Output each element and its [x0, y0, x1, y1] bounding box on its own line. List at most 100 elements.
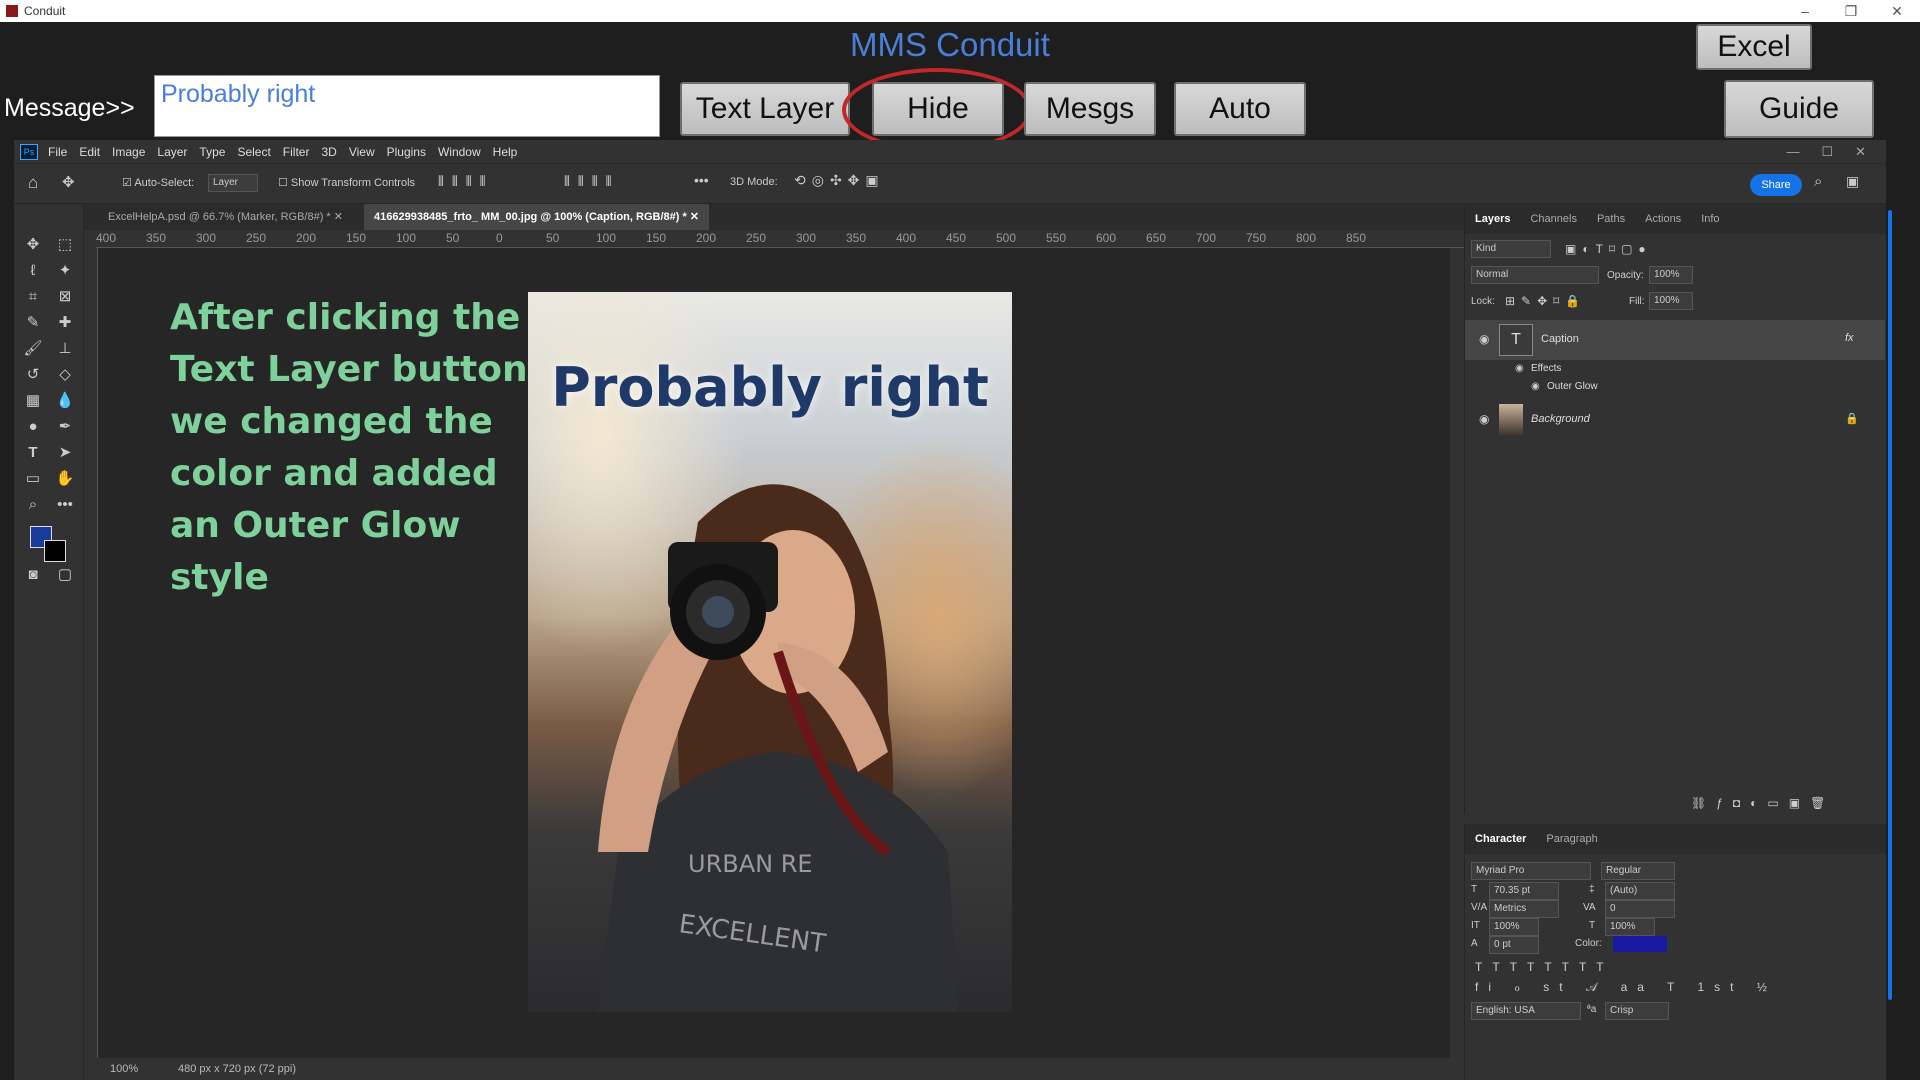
lock-icons[interactable]: ⊞✎✥⌑🔒: [1505, 294, 1586, 308]
minimize-icon[interactable]: –: [1782, 0, 1828, 22]
menu-3d[interactable]: 3D: [321, 145, 336, 159]
auto-button[interactable]: Auto: [1174, 82, 1306, 136]
path-select-icon[interactable]: ➤: [54, 442, 76, 464]
guide-button[interactable]: Guide: [1724, 80, 1874, 138]
menu-select[interactable]: Select: [237, 145, 270, 159]
vertical-scale-field[interactable]: 100%: [1489, 918, 1539, 936]
layer-select-dropdown[interactable]: Layer: [208, 174, 258, 192]
screen-mode-icon[interactable]: ▢: [54, 564, 76, 586]
effects-eye-icon[interactable]: ◉: [1515, 363, 1524, 374]
tab-paragraph[interactable]: Paragraph: [1536, 833, 1607, 845]
fx-icon[interactable]: fx: [1845, 332, 1854, 344]
healing-brush-icon[interactable]: ✚: [54, 312, 76, 334]
lasso-tool-icon[interactable]: ℓ: [22, 260, 44, 282]
home-icon[interactable]: ⌂: [28, 173, 38, 193]
auto-select-checkbox[interactable]: ☑ Auto-Select:: [122, 176, 194, 189]
gradient-tool-icon[interactable]: ▦: [22, 390, 44, 412]
dodge-tool-icon[interactable]: ●: [22, 416, 44, 438]
filter-icons[interactable]: ▣◐T⌑▢●: [1565, 242, 1652, 256]
menu-file[interactable]: File: [48, 145, 67, 159]
ps-close-icon[interactable]: ✕: [1855, 140, 1866, 164]
visibility-eye-icon[interactable]: ◉: [1479, 412, 1489, 426]
document-info[interactable]: 480 px x 720 px (72 ppi): [178, 1063, 296, 1075]
kerning-field[interactable]: Metrics: [1489, 900, 1559, 918]
menu-filter[interactable]: Filter: [283, 145, 310, 159]
show-transform-checkbox[interactable]: ☐ Show Transform Controls: [278, 176, 415, 189]
text-color-swatch[interactable]: [1613, 936, 1667, 952]
stamp-tool-icon[interactable]: ⊥: [54, 338, 76, 360]
tab-actions[interactable]: Actions: [1635, 213, 1691, 225]
tab-info[interactable]: Info: [1691, 213, 1729, 225]
hand-tool-icon[interactable]: ✋: [54, 468, 76, 490]
workspace-icon[interactable]: ▣: [1846, 173, 1859, 190]
frame-tool-icon[interactable]: ⊠: [54, 286, 76, 308]
fill-field[interactable]: 100%: [1649, 292, 1693, 310]
move-tool-icon[interactable]: ✥: [62, 173, 75, 191]
move-tool-icon[interactable]: ✥: [22, 234, 44, 256]
tab-photo-jpg[interactable]: 416629938485_frto_ MM_00.jpg @ 100% (Cap…: [364, 204, 710, 230]
share-button[interactable]: Share: [1750, 174, 1802, 196]
menu-window[interactable]: Window: [438, 145, 481, 159]
history-brush-icon[interactable]: ↺: [22, 364, 44, 386]
leading-field[interactable]: (Auto): [1605, 882, 1675, 900]
effects-row[interactable]: ◉ Effects: [1465, 362, 1885, 378]
zoom-level[interactable]: 100%: [110, 1063, 138, 1075]
font-family-dropdown[interactable]: Myriad Pro: [1471, 862, 1591, 880]
font-size-field[interactable]: 70.35 pt: [1489, 882, 1559, 900]
ps-maximize-icon[interactable]: ☐: [1821, 140, 1833, 164]
tab-character[interactable]: Character: [1465, 833, 1536, 845]
zoom-tool-icon[interactable]: ⌕: [22, 494, 44, 516]
more-options-icon[interactable]: •••: [694, 172, 709, 188]
quick-mask-icon[interactable]: ◙: [22, 564, 44, 586]
visibility-eye-icon[interactable]: ◉: [1479, 332, 1489, 346]
eraser-tool-icon[interactable]: ◇: [54, 364, 76, 386]
outer-glow-row[interactable]: ◉ Outer Glow: [1465, 380, 1885, 396]
more-tools-icon[interactable]: •••: [54, 494, 76, 516]
baseline-shift-field[interactable]: 0 pt: [1489, 936, 1539, 954]
opacity-field[interactable]: 100%: [1649, 266, 1693, 284]
layer-caption[interactable]: ◉ T Caption fx: [1465, 320, 1885, 360]
excel-button[interactable]: Excel: [1696, 24, 1812, 70]
tab-paths[interactable]: Paths: [1587, 213, 1635, 225]
text-layer-button[interactable]: Text Layer: [680, 82, 850, 136]
menu-view[interactable]: View: [349, 145, 375, 159]
message-field[interactable]: Probably right: [154, 75, 660, 137]
menu-edit[interactable]: Edit: [79, 145, 100, 159]
layer-name[interactable]: Background: [1531, 413, 1590, 425]
search-icon[interactable]: ⌕: [1814, 173, 1822, 190]
type-tool-icon[interactable]: T: [22, 442, 44, 464]
caption-text-layer[interactable]: Probably right: [528, 356, 1012, 419]
menu-plugins[interactable]: Plugins: [387, 145, 426, 159]
layer-name[interactable]: Caption: [1541, 333, 1579, 345]
tracking-field[interactable]: 0: [1605, 900, 1675, 918]
menu-type[interactable]: Type: [199, 145, 225, 159]
align-icons[interactable]: ⫴⫴⫴⫴: [438, 173, 494, 190]
document-photo[interactable]: EXCELLENT URBAN RE Probably right: [528, 292, 1012, 1012]
language-dropdown[interactable]: English: USA: [1471, 1002, 1581, 1020]
distribute-icons[interactable]: ⫴⫴⫴⫴: [564, 173, 620, 190]
menu-layer[interactable]: Layer: [157, 145, 187, 159]
background-color-swatch[interactable]: [44, 540, 66, 562]
pen-tool-icon[interactable]: ✒: [54, 416, 76, 438]
blend-mode-dropdown[interactable]: Normal: [1471, 266, 1599, 284]
outer-glow-eye-icon[interactable]: ◉: [1531, 381, 1540, 392]
layer-background[interactable]: ◉ Background 🔒: [1465, 400, 1885, 440]
rectangle-tool-icon[interactable]: ▭: [22, 468, 44, 490]
magic-wand-icon[interactable]: ✦: [54, 260, 76, 282]
crop-tool-icon[interactable]: ⌗: [22, 286, 44, 308]
menu-help[interactable]: Help: [493, 145, 518, 159]
menu-image[interactable]: Image: [112, 145, 145, 159]
3d-mode-icons[interactable]: ⟲◎✣✥▣: [794, 172, 885, 189]
eyedropper-icon[interactable]: ✎: [22, 312, 44, 334]
brush-tool-icon[interactable]: 🖌: [22, 338, 44, 360]
layer-actions-icons[interactable]: ⛓ƒ◘◐▭▣🗑: [1691, 796, 1835, 810]
ps-minimize-icon[interactable]: —: [1786, 140, 1799, 164]
restore-icon[interactable]: ❐: [1828, 0, 1874, 22]
opentype-icons[interactable]: fi ℴ st 𝒜 aa T 1st ½: [1475, 980, 1777, 995]
mesgs-button[interactable]: Mesgs: [1024, 82, 1156, 136]
close-icon[interactable]: ✕: [1874, 0, 1920, 22]
blur-tool-icon[interactable]: 💧: [54, 390, 76, 412]
horizontal-scale-field[interactable]: 100%: [1605, 918, 1655, 936]
tab-layers[interactable]: Layers: [1465, 213, 1520, 225]
marquee-tool-icon[interactable]: ⬚: [54, 234, 76, 256]
